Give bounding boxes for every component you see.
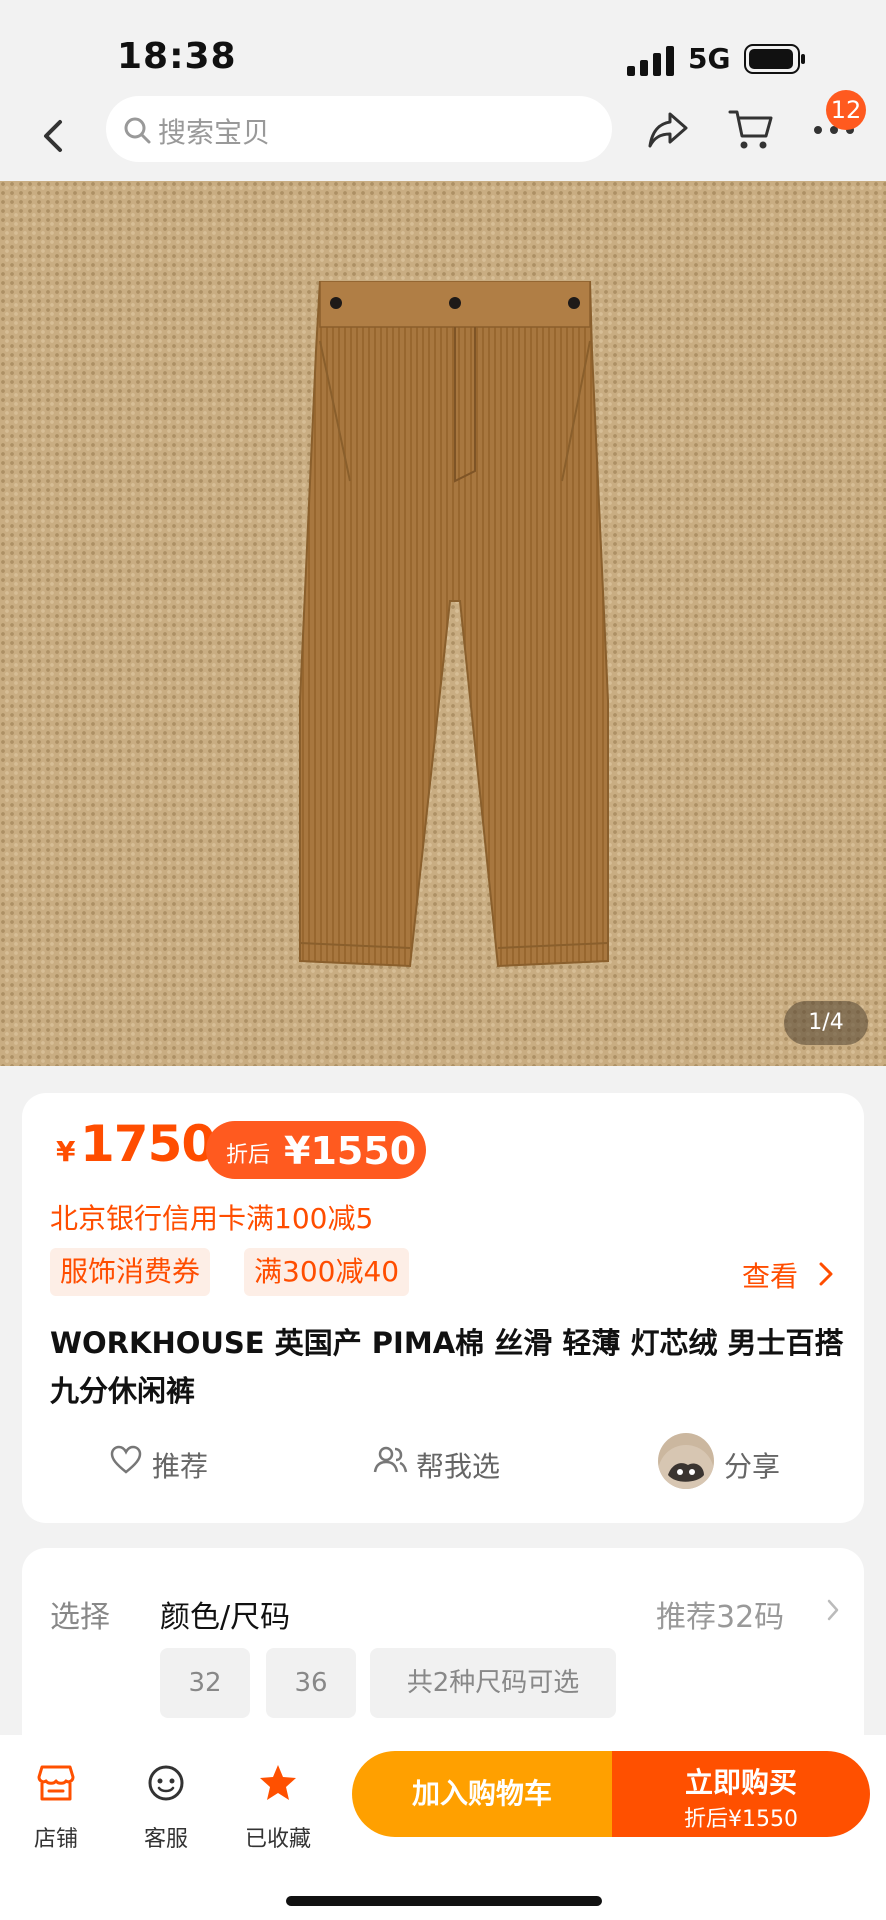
recommended-size[interactable]: 推荐32码 (656, 1592, 784, 1636)
cart-icon[interactable] (728, 108, 774, 152)
recommend-label: 推荐 (152, 1450, 209, 1483)
chevron-right-icon[interactable] (818, 1261, 834, 1287)
size-count-option[interactable]: 共2种尺码可选 (370, 1648, 616, 1718)
tab-favorite[interactable]: 已收藏 (238, 1753, 318, 1863)
status-time: 18:38 (117, 36, 237, 77)
add-to-cart-button[interactable]: 加入购物车 (352, 1751, 612, 1837)
people-icon (373, 1446, 408, 1473)
buy-now-button[interactable]: 立即购买 折后¥1550 (612, 1751, 870, 1837)
buy-now-label: 立即购买 (684, 1766, 797, 1799)
chevron-right-icon[interactable] (826, 1598, 840, 1622)
product-price: 1750 (80, 1115, 216, 1173)
discount-price: ¥1550 (284, 1129, 417, 1173)
chat-face-icon (148, 1765, 184, 1801)
tab-favorite-label: 已收藏 (244, 1827, 311, 1852)
bottom-action-bar: 店铺 客服 已收藏 加入购物车 立即购买 折后¥1550 (0, 1735, 886, 1920)
discount-label: 折后 (226, 1143, 271, 1168)
status-bar: 18:38 5G (0, 0, 886, 94)
heart-icon (110, 1445, 142, 1474)
search-placeholder: 搜索宝贝 (158, 116, 271, 149)
tab-customer-service[interactable]: 客服 (126, 1753, 206, 1863)
view-coupons-link[interactable]: 查看 (742, 1255, 798, 1295)
product-title: WORKHOUSE 英国产 PIMA棉 丝滑 轻薄 灯芯绒 男士百搭九分休闲裤 (50, 1326, 844, 1408)
help-choose-label: 帮我选 (416, 1450, 501, 1483)
product-info-card: ¥ 1750 折后 ¥1550 北京银行信用卡满100减5 服饰消费券 满300… (22, 1093, 864, 1523)
home-indicator[interactable] (286, 1896, 602, 1906)
product-actions: 推荐 帮我选 分享 (22, 1433, 864, 1503)
discount-price-pill: 折后 ¥1550 (206, 1121, 426, 1179)
tab-service-label: 客服 (143, 1827, 188, 1852)
back-arrow-icon[interactable] (36, 114, 70, 158)
select-value: 颜色/尺码 (160, 1600, 291, 1635)
share-arrow-icon[interactable] (646, 110, 690, 150)
size-option[interactable]: 36 (266, 1648, 356, 1718)
buy-now-discount: 折后¥1550 (684, 1807, 798, 1832)
search-bar[interactable]: 搜索宝贝 (106, 96, 612, 162)
avatar (658, 1433, 714, 1489)
select-label: 选择 (50, 1600, 110, 1635)
product-image (299, 281, 609, 968)
image-counter: 1/4 (784, 1001, 868, 1045)
bank-promotion[interactable]: 北京银行信用卡满100减5 (50, 1197, 373, 1237)
store-icon (37, 1765, 75, 1801)
signal-icon (627, 46, 674, 76)
size-option[interactable]: 32 (160, 1648, 250, 1718)
product-image-gallery[interactable]: 1/4 (0, 181, 886, 1066)
cart-count-badge: 12 (826, 90, 866, 130)
star-icon (260, 1765, 296, 1800)
currency-symbol: ¥ (56, 1135, 76, 1168)
top-nav: 搜索宝贝 12 (0, 90, 886, 178)
share-label: 分享 (724, 1450, 781, 1483)
network-label: 5G (688, 42, 731, 75)
battery-icon (744, 44, 805, 74)
coupon-tag[interactable]: 满300减40 (244, 1248, 410, 1296)
tab-shop-label: 店铺 (33, 1827, 78, 1852)
search-icon (124, 117, 151, 144)
tab-shop[interactable]: 店铺 (16, 1753, 96, 1863)
coupon-tag[interactable]: 服饰消费券 (50, 1248, 211, 1296)
